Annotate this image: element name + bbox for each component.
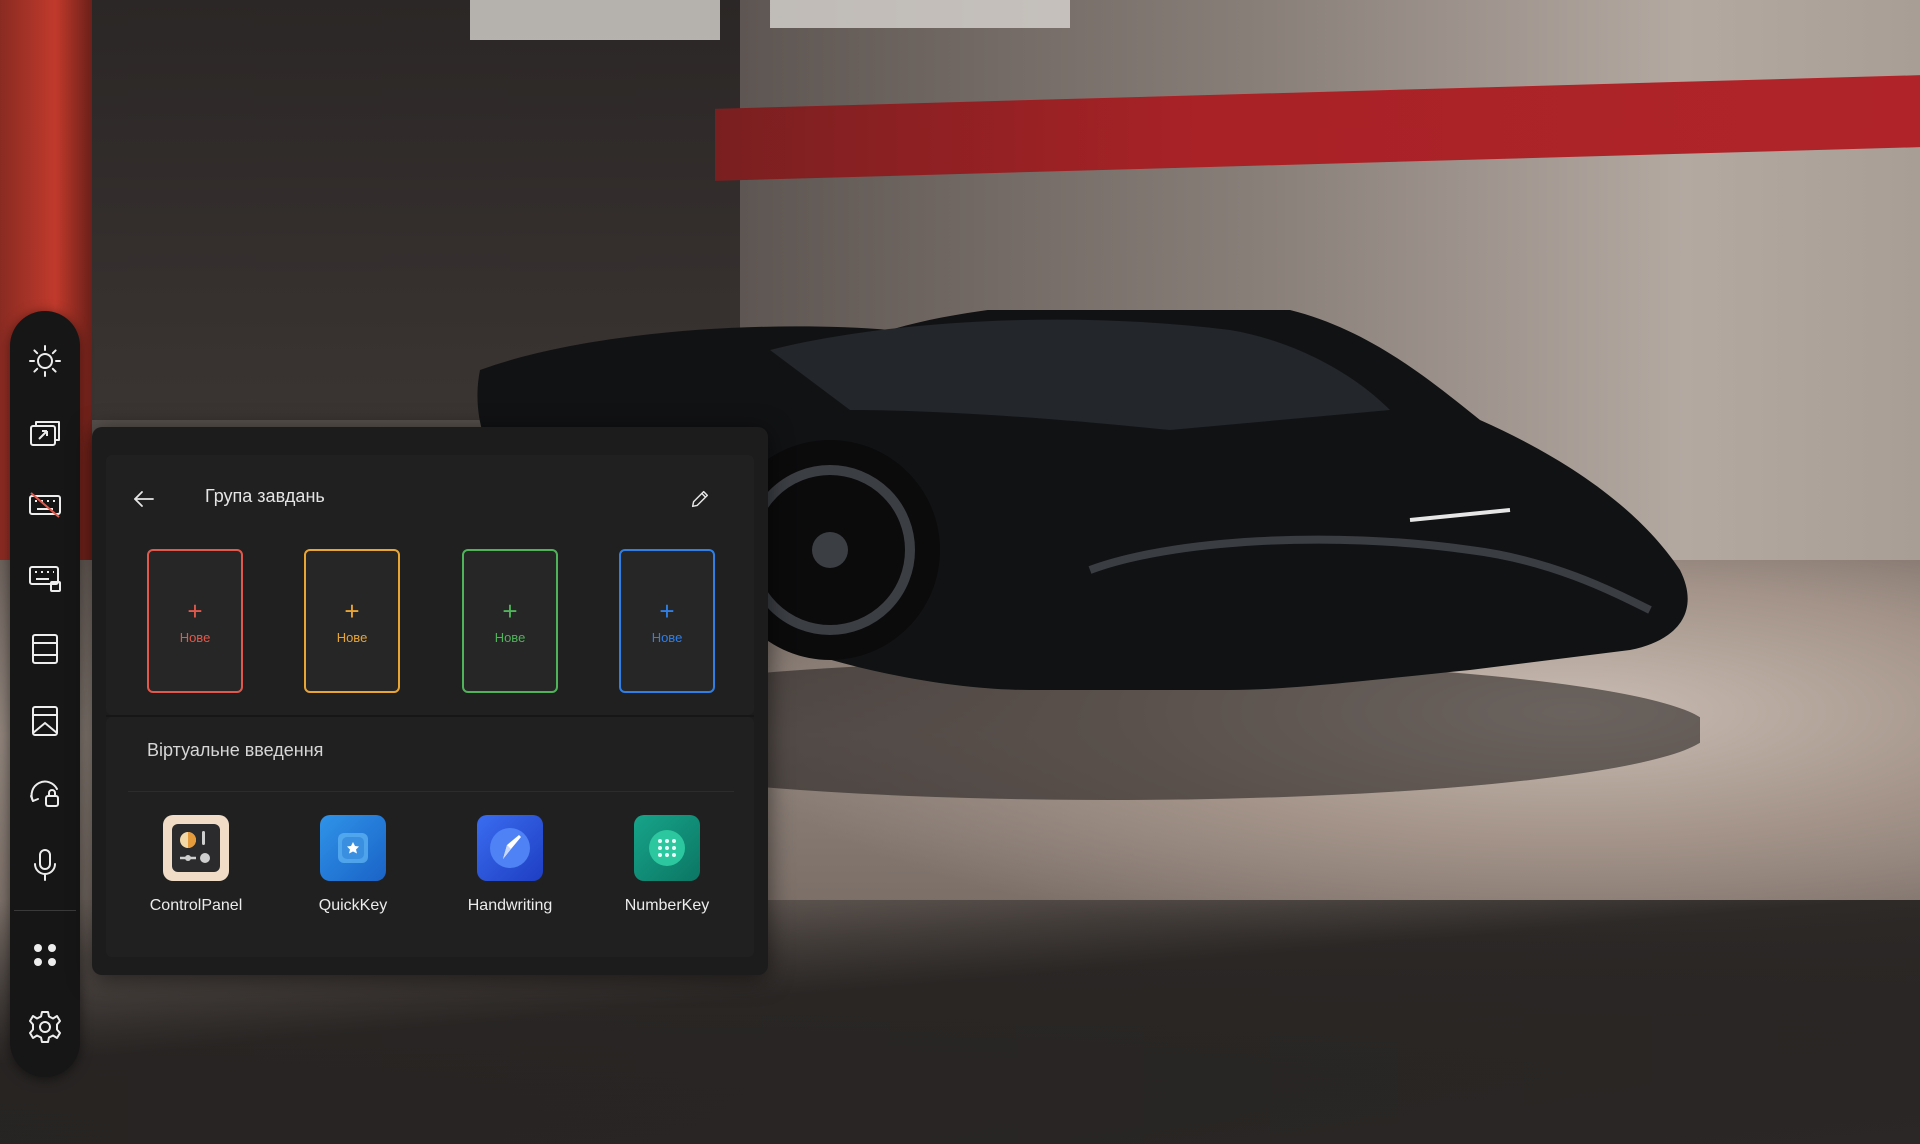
plus-icon: + <box>344 595 360 626</box>
new-task-label: Нове <box>494 629 526 645</box>
new-task-slot-blue[interactable]: + Нове <box>619 549 715 693</box>
task-group-panel: Група завдань + Нове + Нове + Нове + Нов… <box>92 427 768 975</box>
panel-title: Група завдань <box>205 486 325 506</box>
window-switch-icon[interactable] <box>21 409 69 457</box>
handwriting-icon <box>477 815 543 881</box>
apps-grid-icon[interactable] <box>21 931 69 979</box>
app-name: ControlPanel <box>149 897 243 914</box>
new-task-label: Нове <box>651 629 683 645</box>
microphone-icon[interactable] <box>21 841 69 889</box>
control-panel-icon <box>163 815 229 881</box>
screen-adjust-icon[interactable] <box>21 697 69 745</box>
app-name: QuickKey <box>318 897 388 914</box>
new-task-label: Нове <box>179 629 211 645</box>
keyboard-disabled-icon[interactable] <box>21 481 69 529</box>
edit-pencil-icon[interactable] <box>684 483 716 515</box>
quickkey-icon <box>320 815 386 881</box>
app-quickkey[interactable]: QuickKey <box>288 815 418 915</box>
split-screen-icon[interactable] <box>21 625 69 673</box>
wallpaper-window <box>470 0 720 40</box>
plus-icon: + <box>187 595 203 626</box>
settings-gear-icon[interactable] <box>21 1003 69 1051</box>
rotate-lock-icon[interactable] <box>21 769 69 817</box>
new-task-slot-red[interactable]: + Нове <box>147 549 243 693</box>
plus-icon: + <box>502 595 518 626</box>
keyboard-settings-icon[interactable] <box>21 553 69 601</box>
section-divider <box>128 791 734 792</box>
app-numberkey[interactable]: NumberKey <box>602 815 732 915</box>
section-divider <box>106 715 754 717</box>
plus-icon: + <box>659 595 675 626</box>
new-task-label: Нове <box>336 629 368 645</box>
app-handwriting[interactable]: Handwriting <box>445 815 575 915</box>
virtual-input-heading: Віртуальне введення <box>147 740 324 760</box>
app-name: Handwriting <box>467 897 553 914</box>
new-task-slot-orange[interactable]: + Нове <box>304 549 400 693</box>
toolbar-divider <box>14 910 76 911</box>
back-arrow-icon[interactable] <box>128 483 160 515</box>
wallpaper-window <box>770 0 1070 28</box>
side-toolbar <box>10 311 80 1077</box>
numberkey-icon <box>634 815 700 881</box>
app-controlpanel[interactable]: ControlPanel <box>131 815 261 915</box>
new-task-slot-green[interactable]: + Нове <box>462 549 558 693</box>
app-name: NumberKey <box>624 897 710 914</box>
brightness-icon[interactable] <box>21 337 69 385</box>
